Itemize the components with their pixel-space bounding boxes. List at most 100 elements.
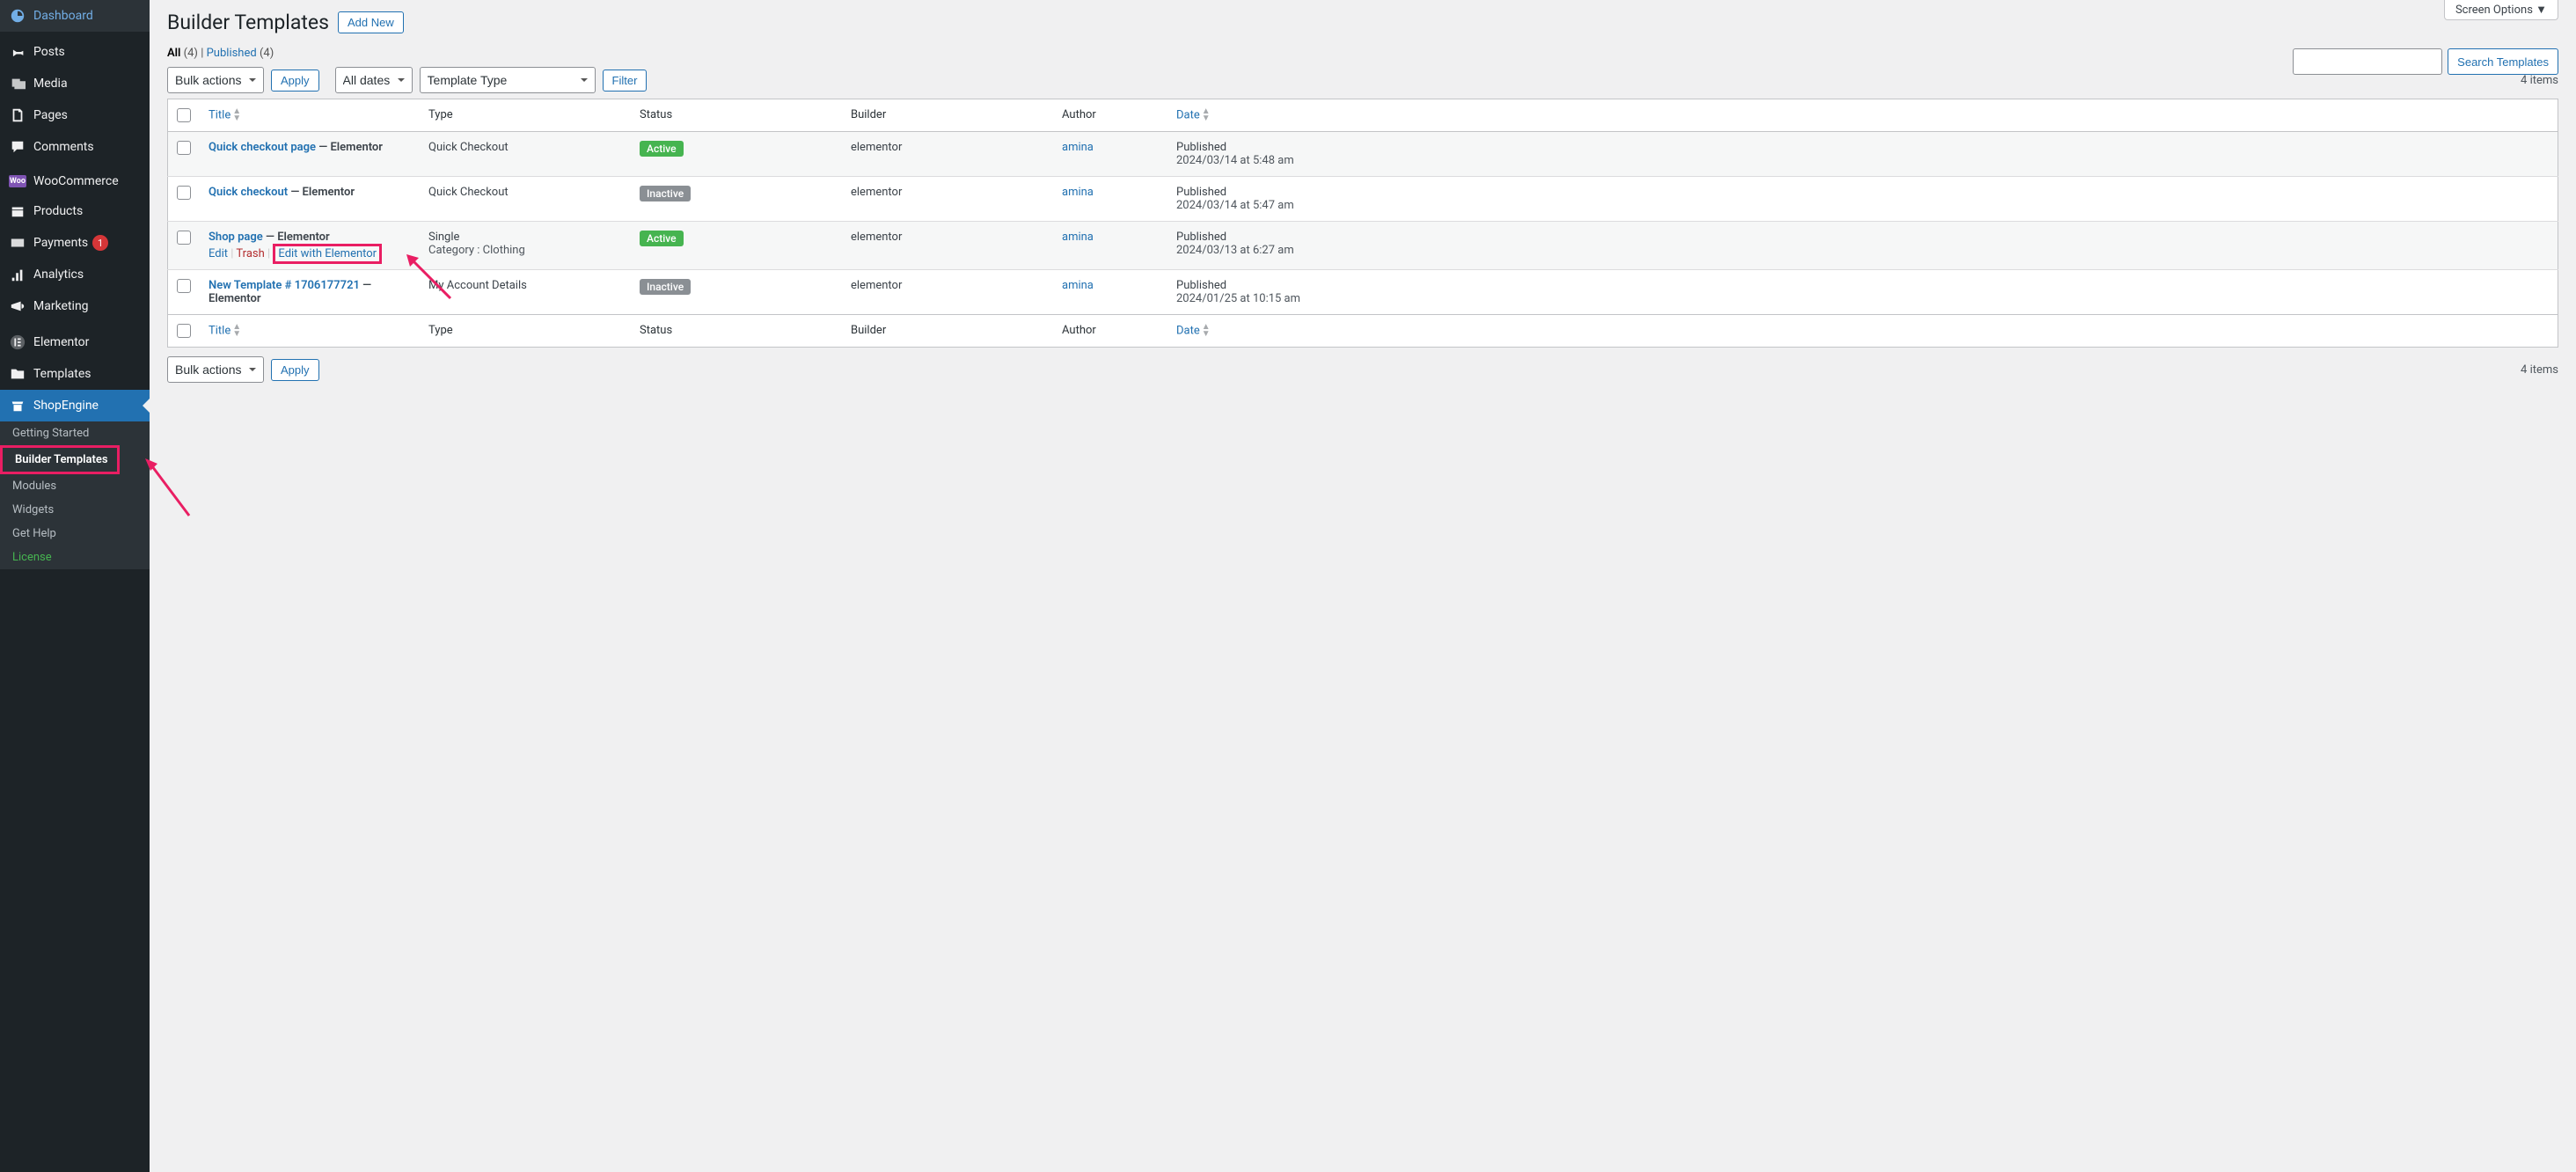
sidebar-item-media[interactable]: Media [0,68,150,99]
row-date: 2024/01/25 at 10:15 am [1176,292,2549,305]
sidebar-item-woocommerce[interactable]: Woo WooCommerce [0,167,150,195]
author-link[interactable]: amina [1062,141,1094,154]
table-row: Quick checkout — Elementor Quick Checkou… [168,177,2558,222]
sidebar-item-comments[interactable]: Comments [0,131,150,163]
row-title-suffix: — Elementor [316,141,383,154]
page-title: Builder Templates [167,11,329,34]
items-count-top: 4 items [2521,74,2558,87]
sidebar-item-analytics[interactable]: Analytics [0,259,150,290]
sidebar-label: Posts [33,45,65,59]
table-row: Quick checkout page — Elementor Quick Ch… [168,132,2558,177]
select-all-checkbox[interactable] [177,108,191,122]
sidebar-label: Media [33,77,68,91]
sidebar-item-marketing[interactable]: Marketing [0,290,150,322]
row-subtype: Category : Clothing [428,244,622,257]
row-title-link[interactable]: New Template # 1706177721 [209,279,360,292]
submenu-getting-started[interactable]: Getting Started [0,421,150,445]
row-checkbox[interactable] [177,141,191,155]
row-checkbox[interactable] [177,231,191,245]
woo-icon: Woo [9,175,26,187]
sort-icon: ▲▼ [1202,108,1211,122]
apply-bulk-button[interactable]: Apply [271,70,319,92]
row-published: Published [1176,231,2549,244]
sidebar-item-products[interactable]: Products [0,195,150,227]
sidebar-item-posts[interactable]: Posts [0,36,150,68]
sidebar-label: Pages [33,108,68,122]
row-type: Quick Checkout [428,186,622,199]
row-title-link[interactable]: Quick checkout page [209,141,316,154]
dashboard-icon [9,7,26,25]
sidebar-item-templates[interactable]: Templates [0,358,150,390]
col-date-sort[interactable]: Date [1176,324,1200,337]
submenu-modules[interactable]: Modules [0,474,150,498]
col-title-sort[interactable]: Title [209,108,231,121]
sort-icon: ▲▼ [1202,324,1211,338]
row-checkbox[interactable] [177,279,191,293]
filter-published-link[interactable]: Published [207,47,257,60]
sidebar-item-elementor[interactable]: Elementor [0,326,150,358]
sidebar-item-shopengine[interactable]: ShopEngine [0,390,150,421]
search-templates-button[interactable]: Search Templates [2448,48,2558,75]
sidebar-label: Templates [33,367,91,381]
author-link[interactable]: amina [1062,279,1094,292]
pin-icon [9,43,26,61]
submenu-license[interactable]: License [0,546,150,569]
comment-icon [9,138,26,156]
add-new-button[interactable]: Add New [338,11,404,33]
row-builder: elementor [842,270,1053,315]
date-filter-select[interactable]: All dates [335,67,413,93]
sidebar-label: WooCommerce [33,174,119,188]
row-title-link[interactable]: Quick checkout [209,186,288,199]
row-type: Quick Checkout [428,141,622,154]
pages-icon [9,106,26,124]
trash-link[interactable]: Trash [236,247,264,260]
apply-bulk-button-bottom[interactable]: Apply [271,359,319,381]
payments-badge: 1 [92,235,108,251]
screen-options-toggle[interactable]: Screen Options ▼ [2444,0,2558,20]
sidebar-item-dashboard[interactable]: Dashboard [0,0,150,32]
col-builder: Builder [842,315,1053,348]
analytics-icon [9,266,26,283]
filter-all-link[interactable]: All [167,47,180,60]
row-published: Published [1176,141,2549,154]
megaphone-icon [9,297,26,315]
submenu-builder-templates[interactable]: Builder Templates [0,445,120,474]
col-title-sort[interactable]: Title [209,324,231,337]
template-type-select[interactable]: Template Type [420,67,596,93]
row-title-link[interactable]: Shop page [209,231,263,244]
filter-button[interactable]: Filter [603,70,648,92]
status-filter-links: All (4) | Published (4) [167,47,2558,60]
author-link[interactable]: amina [1062,186,1094,199]
edit-link[interactable]: Edit [209,247,228,260]
admin-sidebar: Dashboard Posts Media Pages Comments [0,0,150,1172]
sidebar-label: Products [33,204,83,218]
sidebar-item-payments[interactable]: Payments 1 [0,227,150,259]
col-date-sort[interactable]: Date [1176,108,1200,121]
status-badge: Active [640,231,684,246]
bulk-actions-select[interactable]: Bulk actions [167,67,264,93]
edit-with-elementor-link[interactable]: Edit with Elementor [273,244,382,264]
col-builder: Builder [842,99,1053,132]
payments-icon [9,234,26,252]
sidebar-label: ShopEngine [33,399,99,413]
row-checkbox[interactable] [177,186,191,200]
filter-all-count: (4) [184,47,198,60]
sidebar-label: Marketing [33,299,89,313]
select-all-checkbox-bottom[interactable] [177,324,191,338]
sidebar-label: Payments [33,236,88,250]
sort-icon: ▲▼ [232,324,241,338]
search-input[interactable] [2293,48,2442,75]
bulk-actions-select-bottom[interactable]: Bulk actions [167,356,264,383]
author-link[interactable]: amina [1062,231,1094,244]
submenu-get-help[interactable]: Get Help [0,522,150,546]
folder-icon [9,365,26,383]
main-content: Screen Options ▼ Builder Templates Add N… [150,0,2576,1172]
row-date: 2024/03/14 at 5:47 am [1176,199,2549,212]
submenu-widgets[interactable]: Widgets [0,498,150,522]
row-builder: elementor [842,222,1053,270]
row-type: My Account Details [428,279,622,292]
media-icon [9,75,26,92]
row-type: Single [428,231,622,244]
sidebar-item-pages[interactable]: Pages [0,99,150,131]
row-builder: elementor [842,177,1053,222]
